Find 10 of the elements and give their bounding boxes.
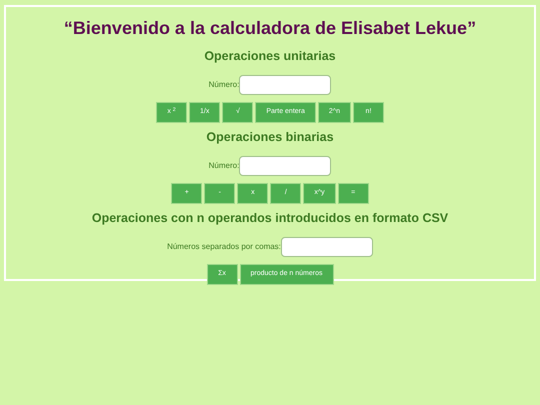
section-heading: Operaciones binarias — [206, 130, 334, 145]
section-heading: Operaciones unitarias — [204, 49, 336, 64]
field-label: Número: — [208, 79, 240, 91]
field-label: Números separados por comas: — [167, 241, 281, 253]
page-title: “Bienvenido a la calculadora de Elisabet Lekue” — [64, 17, 476, 39]
field-label: Número: — [208, 160, 240, 172]
input-field[interactable] — [239, 156, 332, 176]
input-field[interactable] — [239, 75, 332, 95]
section-heading: Operaciones con n operandos introducidos en formato CSV — [92, 211, 448, 226]
input-field[interactable] — [280, 237, 373, 257]
